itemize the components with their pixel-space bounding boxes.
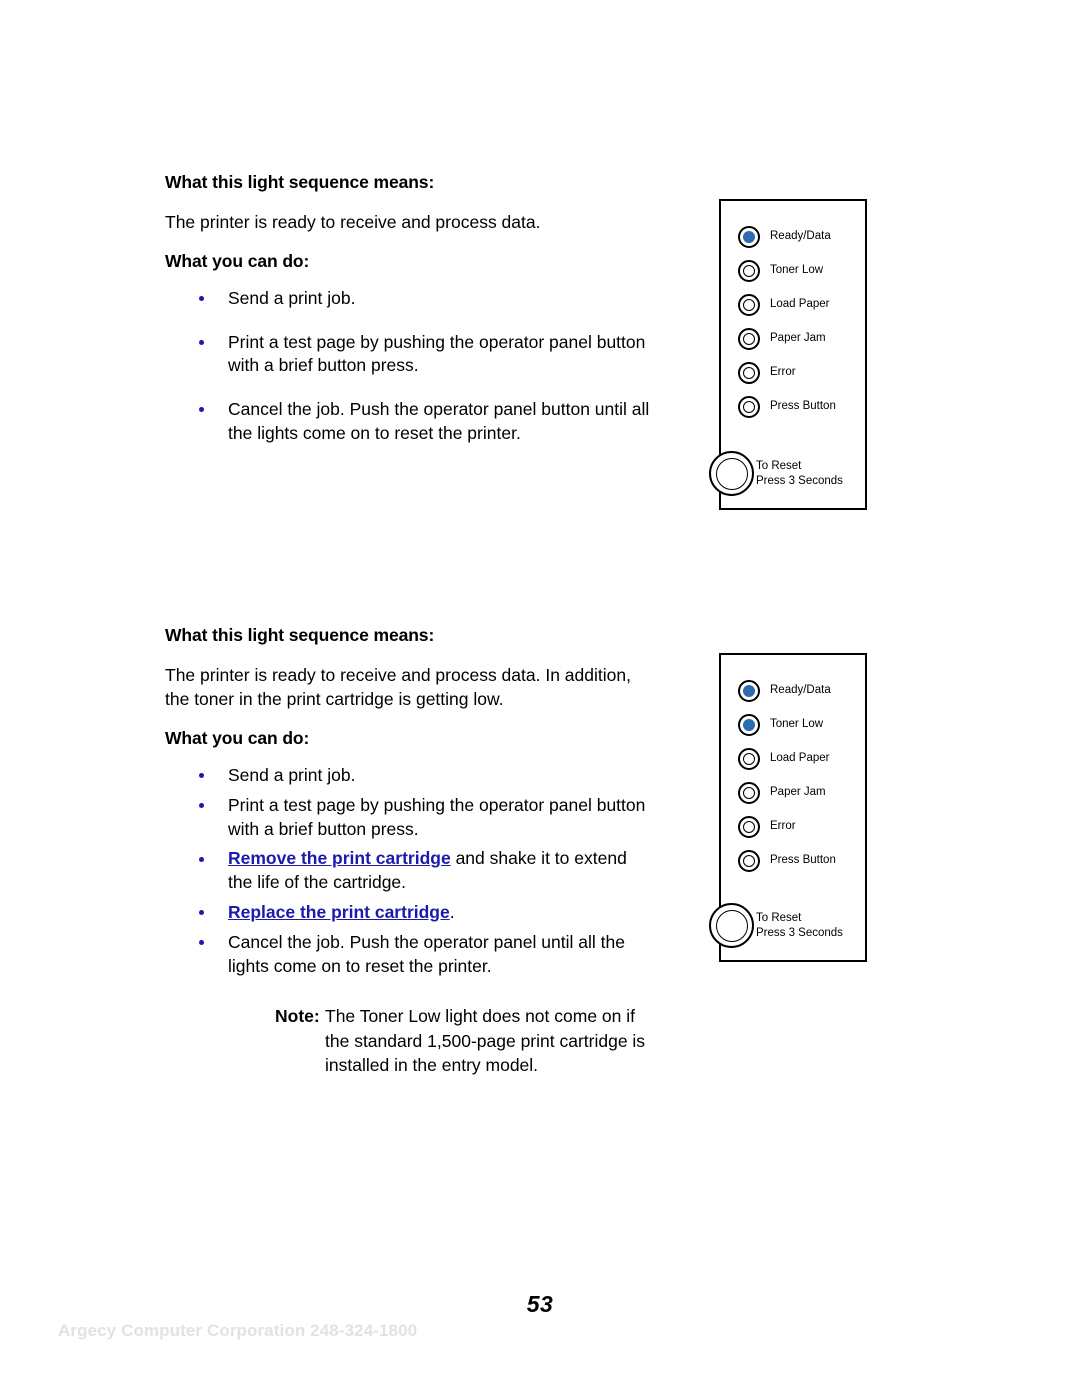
reset-caption-line-2: Press 3 Seconds xyxy=(756,474,843,487)
list-item: Remove the print cartridge and shake it … xyxy=(165,847,655,895)
list-item-text: Cancel the job. Push the operator panel … xyxy=(228,931,625,976)
list-item-text: . xyxy=(449,902,455,923)
list-item-text: Send a print job. xyxy=(228,765,356,786)
led-label: Load Paper xyxy=(770,752,830,765)
list-item: Cancel the job. Push the operator panel … xyxy=(165,398,655,446)
bullet-dot-icon xyxy=(199,407,204,413)
led-row-error: Error xyxy=(738,362,796,384)
led-label: Paper Jam xyxy=(770,332,826,345)
reset-button-group[interactable]: To Reset Press 3 Seconds xyxy=(709,903,843,948)
section-1-means-text: The printer is ready to receive and proc… xyxy=(165,211,541,232)
led-label: Ready/Data xyxy=(770,684,831,697)
led-row-ready-data: Ready/Data xyxy=(738,226,831,248)
note-text: The Toner Low light does not come on if … xyxy=(325,1006,646,1075)
footer-credit: Argecy Computer Corporation 248-324-1800 xyxy=(58,1321,418,1340)
link-replace-print-cartridge[interactable]: Replace the print cartridge xyxy=(228,902,450,922)
led-indicator-toner-low-icon xyxy=(738,260,760,282)
led-row-toner-low: Toner Low xyxy=(738,714,823,736)
operator-panel-diagram-ready: Ready/Data Toner Low Load Paper Paper Ja… xyxy=(709,199,867,510)
bullet-dot-icon xyxy=(199,339,204,345)
led-row-toner-low: Toner Low xyxy=(738,260,823,282)
bullet-dot-icon xyxy=(199,910,204,916)
bullet-dot-icon xyxy=(199,802,204,808)
operator-panel-diagram-toner-low: Ready/Data Toner Low Load Paper Paper Ja… xyxy=(709,653,867,962)
section-2-means-text: The printer is ready to receive and proc… xyxy=(165,664,631,710)
list-item-text: Send a print job. xyxy=(228,287,356,308)
section-2-bullet-list: Send a print job. Print a test page by p… xyxy=(165,764,655,978)
bullet-dot-icon xyxy=(199,295,204,301)
reset-button-icon[interactable] xyxy=(709,451,754,496)
led-label: Press Button xyxy=(770,400,836,413)
document-page: What this light sequence means: The prin… xyxy=(0,0,1080,1397)
led-label: Ready/Data xyxy=(770,230,831,243)
list-item: Replace the print cartridge. xyxy=(165,901,655,925)
list-item: Cancel the job. Push the operator panel … xyxy=(165,931,655,979)
led-indicator-paper-jam-icon xyxy=(738,328,760,350)
led-label: Press Button xyxy=(770,854,836,867)
list-item-text: Print a test page by pushing the operato… xyxy=(228,794,646,839)
led-row-error: Error xyxy=(738,816,796,838)
led-indicator-load-paper-icon xyxy=(738,294,760,316)
light-sequence-section-2: What this light sequence means: The prin… xyxy=(165,625,655,1077)
led-row-press-button: Press Button xyxy=(738,396,836,418)
list-item: Send a print job. xyxy=(165,764,655,788)
list-item: Send a print job. xyxy=(165,287,655,311)
list-item: Print a test page by pushing the operato… xyxy=(165,794,655,842)
reset-caption-line-1: To Reset xyxy=(756,459,802,472)
reset-button-caption: To Reset Press 3 Seconds xyxy=(756,459,843,488)
led-indicator-error-icon xyxy=(738,362,760,384)
list-item: Print a test page by pushing the operato… xyxy=(165,331,655,379)
section-2-can-do-heading: What you can do: xyxy=(165,728,310,749)
led-indicator-toner-low-icon xyxy=(738,714,760,736)
led-indicator-press-button-icon xyxy=(738,396,760,418)
led-row-load-paper: Load Paper xyxy=(738,294,829,316)
reset-button-icon[interactable] xyxy=(709,903,754,948)
section-1-bullet-list: Send a print job. Print a test page by p… xyxy=(165,287,655,446)
bullet-dot-icon xyxy=(199,856,204,862)
led-label: Error xyxy=(770,366,796,379)
link-remove-print-cartridge[interactable]: Remove the print cartridge xyxy=(228,848,451,868)
section-2-means-heading: What this light sequence means: xyxy=(165,625,435,645)
led-label: Error xyxy=(770,820,796,833)
led-indicator-error-icon xyxy=(738,816,760,838)
bullet-dot-icon xyxy=(199,773,204,779)
note-label: Note: xyxy=(275,1006,320,1027)
section-1-can-do-heading: What you can do: xyxy=(165,251,310,272)
list-item-text: Print a test page by pushing the operato… xyxy=(228,331,646,376)
note-block: Note: The Toner Low light does not come … xyxy=(165,1004,655,1076)
led-label: Toner Low xyxy=(770,718,824,731)
led-label: Toner Low xyxy=(770,264,824,277)
led-row-load-paper: Load Paper xyxy=(738,748,829,770)
reset-caption-line-1: To Reset xyxy=(756,911,802,924)
reset-button-group[interactable]: To Reset Press 3 Seconds xyxy=(709,451,843,496)
led-label: Paper Jam xyxy=(770,786,826,799)
reset-button-caption: To Reset Press 3 Seconds xyxy=(756,911,843,940)
led-indicator-press-button-icon xyxy=(738,850,760,872)
led-label: Load Paper xyxy=(770,298,830,311)
page-number: 53 xyxy=(526,1291,554,1317)
light-sequence-section-1: What this light sequence means: The prin… xyxy=(165,172,655,446)
led-row-paper-jam: Paper Jam xyxy=(738,328,826,350)
section-1-means-heading: What this light sequence means: xyxy=(165,172,435,192)
led-row-ready-data: Ready/Data xyxy=(738,680,831,702)
led-row-paper-jam: Paper Jam xyxy=(738,782,826,804)
reset-caption-line-2: Press 3 Seconds xyxy=(756,926,843,939)
led-row-press-button: Press Button xyxy=(738,850,836,872)
led-indicator-ready-data-icon xyxy=(738,680,760,702)
led-indicator-paper-jam-icon xyxy=(738,782,760,804)
bullet-dot-icon xyxy=(199,939,204,945)
led-indicator-load-paper-icon xyxy=(738,748,760,770)
led-indicator-ready-data-icon xyxy=(738,226,760,248)
list-item-text: Cancel the job. Push the operator panel … xyxy=(228,399,650,444)
